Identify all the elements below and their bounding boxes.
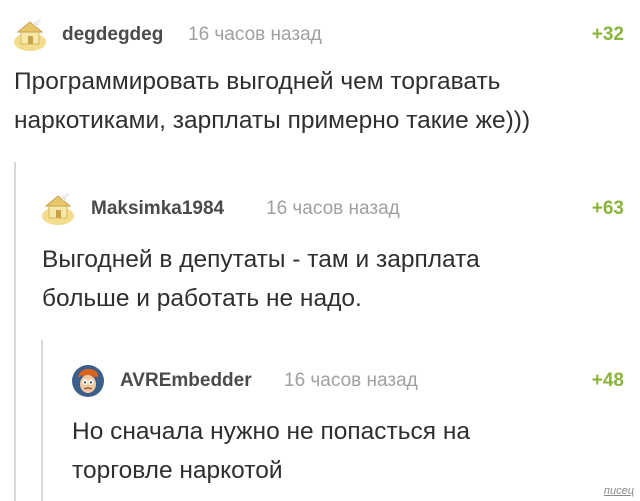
comment-author[interactable]: AVREmbedder bbox=[120, 370, 252, 392]
comment-text: Но сначала нужно не попасться на торговл… bbox=[72, 418, 470, 484]
comment-rating: +63 bbox=[591, 198, 624, 219]
default-house-avatar-icon[interactable] bbox=[12, 18, 48, 52]
comment-rating: +48 bbox=[591, 370, 624, 391]
comment-author[interactable]: Maksimka1984 bbox=[91, 198, 224, 220]
comment-timestamp[interactable]: 16 часов назад bbox=[266, 198, 400, 220]
fry-avatar-icon[interactable] bbox=[70, 364, 106, 398]
comment-author[interactable]: degdegdeg bbox=[62, 24, 163, 46]
default-house-avatar-icon[interactable] bbox=[40, 192, 76, 226]
watermark: писец bbox=[603, 485, 634, 497]
comment-header: Maksimka1984 16 часов назад +63 bbox=[0, 192, 640, 226]
comment-text: Выгодней в депутаты - там и зарплата бол… bbox=[42, 246, 480, 312]
comment-timestamp[interactable]: 16 часов назад bbox=[284, 370, 418, 392]
comment-rating: +32 bbox=[591, 24, 624, 45]
comment-timestamp[interactable]: 16 часов назад bbox=[188, 24, 322, 46]
comment-text: Программировать выгодней чем торгавать н… bbox=[14, 68, 531, 134]
comment-header: AVREmbedder 16 часов назад +48 bbox=[0, 364, 640, 398]
comment-header: degdegdeg 16 часов назад +32 bbox=[0, 18, 640, 52]
